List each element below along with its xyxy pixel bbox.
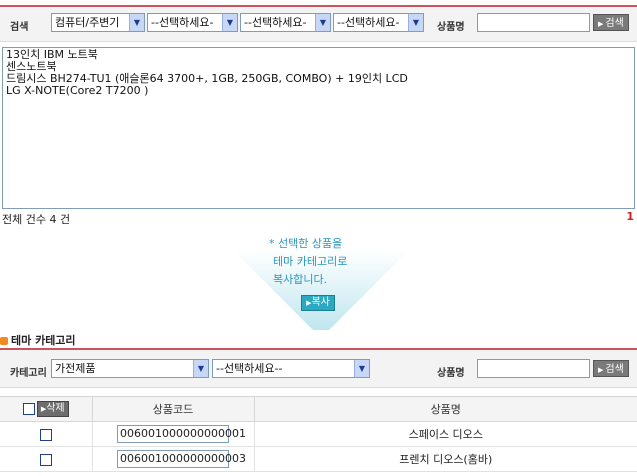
row-checkbox[interactable] [39,428,52,441]
copy-panel: * 선택한 상품을 테마 카테고리로 복사합니다. ▶복사 [233,230,409,330]
list-item[interactable]: 13인치 IBM 노트북 [6,49,631,61]
list-item[interactable]: LG X-NOTE(Core2 T7200 ) [6,85,631,97]
category2-value: --선택하세요- [151,16,214,29]
table-header: ▶삭제 상품코드 상품명 [0,396,637,422]
delete-button-label: 삭제 [46,403,65,414]
theme-product-name-input[interactable] [477,359,590,378]
search-button-label: 검색 [605,18,624,29]
theme-category-bar: 카테고리 가전제품 ▼ --선택하세요-- ▼ 상품명 ▶ 검색 [0,348,637,388]
search-bar: 검색 컴퓨터/주변기 ▼ --선택하세요- ▼ --선택하세요- ▼ --선택하… [0,5,637,42]
chevron-down-icon: ▼ [222,14,237,31]
product-listbox[interactable]: 13인치 IBM 노트북 센스노트북 드림시스 BH274-TU1 (애슬론64… [2,47,635,209]
theme-product-table: ▶삭제 상품코드 상품명 006001000000000001 스페이스 디오스… [0,396,637,472]
column-header-code: 상품코드 [91,396,254,422]
search-label: 검색 [10,22,29,33]
copy-instruction-line: 복사합니다. [273,273,328,286]
theme-search-button[interactable]: ▶ 검색 [593,360,629,377]
code-cell: 006001000000000003 [91,446,254,472]
table-row: 006001000000000001 스페이스 디오스 [0,421,637,447]
product-name-label: 상품명 [437,368,465,379]
chevron-down-icon: ▼ [354,360,369,377]
chevron-down-icon: ▼ [193,360,208,377]
category3-select[interactable]: --선택하세요- ▼ [240,13,331,32]
category1-value: 컴퓨터/주변기 [55,16,120,29]
table-row: 006001000000000003 프렌치 디오스(홈바) [0,446,637,472]
product-name-input[interactable] [477,13,590,32]
arrow-right-icon: ▶ [598,366,604,374]
product-code-field[interactable]: 006001000000000003 [117,450,246,468]
product-name-label: 상품명 [437,22,465,33]
chevron-down-icon: ▼ [315,14,330,31]
chevron-down-icon: ▼ [129,14,144,31]
row-select-cell [0,421,92,447]
name-cell: 프렌치 디오스(홈바) [253,446,637,472]
copy-instruction: * 선택한 상품을 테마 카테고리로 복사합니다. [269,235,379,289]
column-header-name: 상품명 [253,396,637,422]
select-all-checkbox[interactable] [22,403,35,415]
name-cell: 스페이스 디오스 [253,421,637,447]
arrow-right-icon: ▶ [598,20,604,28]
category3-value: --선택하세요- [244,16,307,29]
product-code-field[interactable]: 006001000000000001 [117,425,246,443]
theme-category2-value: --선택하세요-- [216,362,283,375]
section-title-text: 테마 카테고리 [11,334,76,347]
category-label: 카테고리 [10,368,47,379]
copy-instruction-line: * 선택한 상품을 [269,237,343,250]
theme-search-button-label: 검색 [605,364,624,375]
bullet-icon [0,337,8,345]
copy-button[interactable]: ▶복사 [301,295,335,311]
copy-instruction-line: 테마 카테고리로 [273,255,348,268]
theme-category1-select[interactable]: 가전제품 ▼ [51,359,209,378]
delete-button[interactable]: ▶삭제 [36,401,69,417]
search-button[interactable]: ▶ 검색 [593,14,629,31]
theme-category2-select[interactable]: --선택하세요-- ▼ [212,359,370,378]
section-title: 테마 카테고리 [0,332,76,348]
category4-select[interactable]: --선택하세요- ▼ [333,13,424,32]
total-count: 전체 건수 4 건 [2,213,71,226]
theme-category1-value: 가전제품 [55,362,96,375]
category1-select[interactable]: 컴퓨터/주변기 ▼ [51,13,145,32]
header-select-cell: ▶삭제 [0,396,92,422]
page-number[interactable]: 1 [626,210,634,223]
chevron-down-icon: ▼ [408,14,423,31]
row-select-cell [0,446,92,472]
category4-value: --선택하세요- [337,16,400,29]
copy-button-label: 복사 [311,297,330,308]
category2-select[interactable]: --선택하세요- ▼ [147,13,238,32]
row-checkbox[interactable] [39,453,52,466]
code-cell: 006001000000000001 [91,421,254,447]
